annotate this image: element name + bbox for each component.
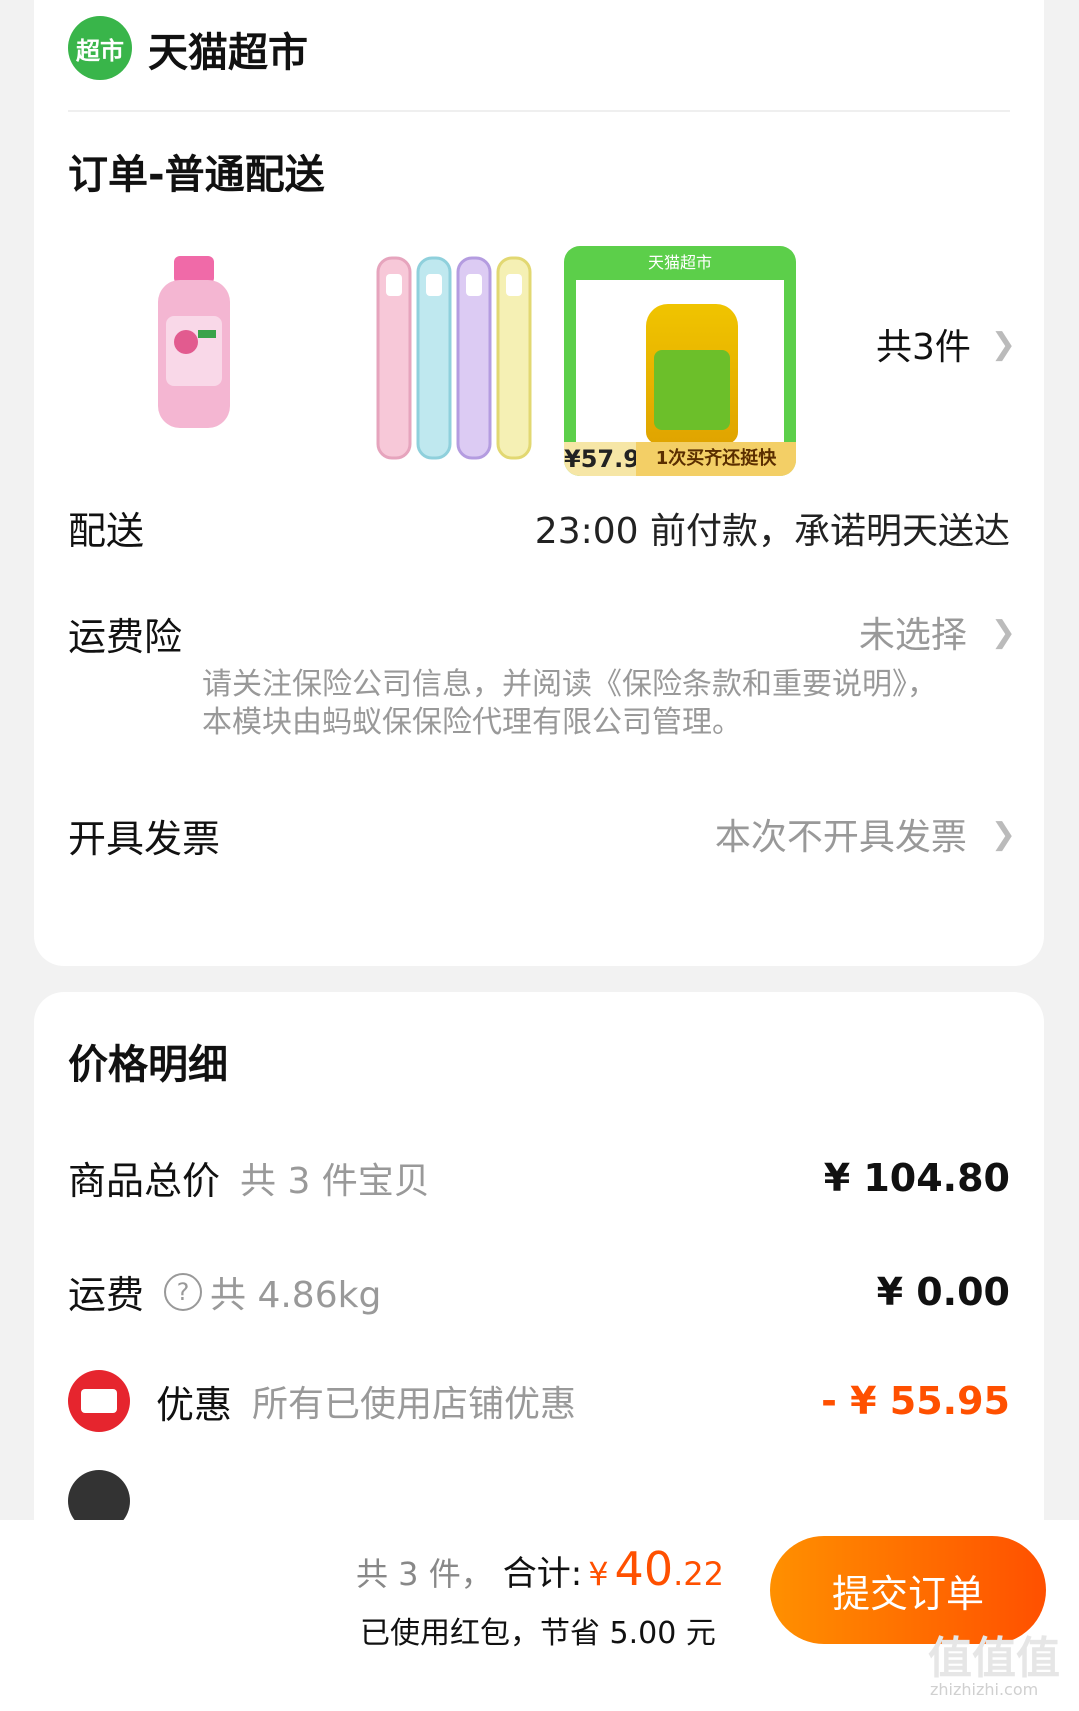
discount-value: - ¥ 55.95 [821, 1379, 1010, 1423]
watermark-logo: 值值值 [928, 1633, 1060, 1684]
order-total: 共 3 件， 合计: ¥ 40 .22 [356, 1542, 724, 1596]
saved-amount: 已使用红包，节省 5.00 元 [360, 1616, 716, 1651]
total-decimal: .22 [673, 1555, 724, 1593]
order-title: 订单-普通配送 [68, 152, 325, 198]
price-detail-title: 价格明细 [68, 1042, 228, 1088]
oil-badge-top: 天猫超市 [647, 253, 712, 272]
order-card: 超市 天猫超市 订单-普通配送 天猫超市 ¥57.9 1次买齐还挺快 共3件 ❯… [34, 0, 1044, 966]
discount-desc: 所有已使用店铺优惠 [252, 1384, 577, 1425]
discount-label: 优惠 [156, 1382, 233, 1427]
toothbrush-product-image[interactable] [368, 246, 548, 476]
goods-total-row: 商品总价 共 3 件宝贝 ¥ 104.80 [68, 1150, 1010, 1205]
price-detail-card: 价格明细 商品总价 共 3 件宝贝 ¥ 104.80 运费 ? 共 4.86kg… [34, 992, 1044, 1552]
shipping-insurance-value: 未选择 [858, 615, 967, 656]
coupon-icon [68, 1370, 130, 1432]
freight-label: 运费 [68, 1273, 145, 1317]
oil-promo: 1次买齐还挺快 [636, 442, 796, 476]
chevron-right-icon: ❯ [990, 816, 1016, 852]
item-count-link[interactable]: 共3件 ❯ [876, 318, 1016, 370]
invoice-value: 本次不开具发票 [714, 817, 967, 858]
oil-price-strip: ¥57.9 1次买齐还挺快 [564, 442, 796, 476]
shipping-insurance-label: 运费险 [68, 615, 183, 659]
delivery-value: 23:00 前付款，承诺明天送达 [534, 511, 1010, 552]
item-count: 共3件 [875, 327, 971, 368]
chevron-right-icon: ❯ [990, 326, 1016, 362]
oil-bottle-icon [646, 304, 738, 444]
invoice-label: 开具发票 [68, 817, 221, 861]
total-integer: 40 [614, 1542, 674, 1596]
total-currency: ¥ [588, 1555, 609, 1593]
goods-total-label: 商品总价 [68, 1159, 221, 1203]
mouthwash-product-image[interactable] [120, 246, 270, 476]
invoice-select[interactable]: 本次不开具发票 ❯ [715, 808, 1016, 860]
oil-price: ¥57.9 [564, 445, 640, 473]
freight-value: ¥ 0.00 [876, 1269, 1010, 1314]
store-name[interactable]: 天猫超市 [148, 20, 308, 78]
goods-count: 共 3 件宝贝 [240, 1160, 430, 1202]
goods-total-value: ¥ 104.80 [823, 1155, 1010, 1200]
divider [68, 110, 1010, 112]
insurance-note: 请关注保险公司信息，并阅读《保险条款和重要说明》，本模块由蚂蚁保保险代理有限公司… [202, 667, 937, 740]
checkout-bar: 共 3 件， 合计: ¥ 40 .22 已使用红包，节省 5.00 元 提交订单… [0, 1520, 1079, 1711]
cooking-oil-product-image[interactable]: 天猫超市 ¥57.9 1次买齐还挺快 [564, 246, 796, 476]
freight-row: 运费 ? 共 4.86kg ¥ 0.00 [68, 1264, 1010, 1319]
watermark-url: zhizhizhi.com [930, 1680, 1039, 1699]
shipping-insurance-select[interactable]: 未选择 ❯ [859, 606, 1016, 658]
freight-weight: 共 4.86kg [210, 1274, 382, 1316]
oil-image-body [576, 280, 784, 446]
total-label: 合计: [502, 1554, 583, 1594]
discount-row[interactable]: 优惠 所有已使用店铺优惠 - ¥ 55.95 [68, 1370, 1010, 1432]
total-count: 共 3 件， [356, 1555, 493, 1593]
help-icon[interactable]: ? [164, 1272, 203, 1311]
store-logo-icon: 超市 [68, 16, 132, 80]
chevron-right-icon: ❯ [990, 614, 1016, 650]
delivery-label: 配送 [68, 509, 145, 553]
